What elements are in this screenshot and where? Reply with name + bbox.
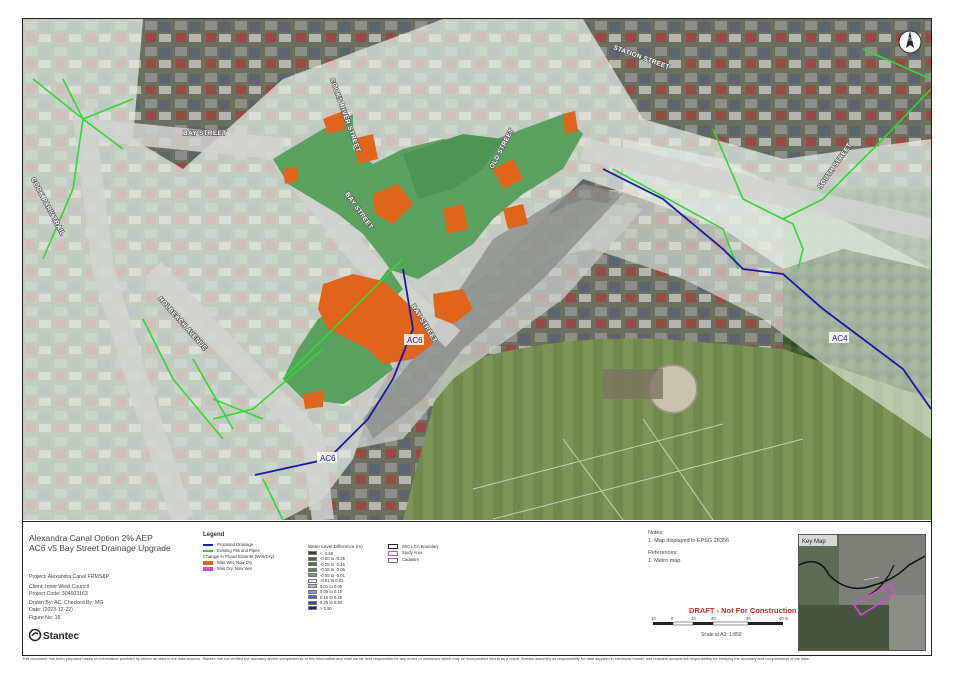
water-level-label: -0.25 to -0.15 bbox=[320, 561, 345, 567]
study-area-swatch bbox=[388, 551, 398, 556]
water-level-label: 0.05 to 0.10 bbox=[320, 589, 343, 594]
water-level-swatch bbox=[308, 600, 317, 605]
water-level-legend: < -0.50 -0.50 to -0.25 -0.25 to -0.15 -0.15… bbox=[308, 551, 388, 621]
pipe-label-ac6: AC6 bbox=[320, 454, 336, 463]
scale-tick-label: 10 bbox=[691, 616, 696, 621]
north-letter: N bbox=[908, 37, 912, 43]
key-map-label: Key Map bbox=[802, 539, 826, 545]
water-level-label: > 0.50 bbox=[320, 605, 332, 611]
key-map: Key Map bbox=[798, 534, 926, 651]
title-block: Alexandra Canal Option 2% AEP AC6 v5 Bay… bbox=[23, 521, 931, 655]
stantec-logo: Stantec bbox=[28, 628, 89, 642]
water-level-label: -0.01 to 0.01 bbox=[320, 578, 344, 583]
drawing-date: Date: (2023-12-22) bbox=[29, 607, 73, 613]
scale-tick-label: 20 bbox=[711, 616, 716, 621]
pipe-label-ac6: AC6 bbox=[407, 336, 423, 345]
legend-cadastre: Cadastre bbox=[402, 557, 419, 562]
water-level-swatch bbox=[308, 589, 317, 594]
legend-existing: Existing Pits and Pipes bbox=[217, 548, 260, 553]
references-heading: References: bbox=[648, 550, 678, 556]
scale-tick-label: 10 bbox=[651, 616, 656, 621]
lga-swatch bbox=[388, 544, 398, 549]
legend-was-dry: Was Dry, Now Wet bbox=[217, 566, 252, 571]
proposed-swatch bbox=[203, 544, 213, 546]
scale-tick-label: 0 bbox=[671, 616, 674, 621]
legend-proposed: Proposed Drainage bbox=[217, 542, 254, 547]
water-level-label: -0.05 to -0.01 bbox=[320, 572, 345, 578]
project-name: Project: Alexandra Canal FRMS&P bbox=[29, 574, 110, 580]
water-level-label: < -0.50 bbox=[320, 550, 334, 556]
was-dry-swatch bbox=[203, 567, 213, 571]
map-view[interactable]: BAY STREET BAY STREET BAY STREET COOKS R… bbox=[23, 19, 931, 520]
drawn-checked: Drawn By: AC, Checked By: MG bbox=[29, 600, 104, 606]
existing-swatch bbox=[203, 550, 213, 552]
water-level-label: -0.50 to -0.25 bbox=[320, 556, 345, 561]
stantec-wordmark: Stantec bbox=[43, 631, 80, 642]
reference-1: 1. Metro map bbox=[648, 558, 681, 564]
legend-was-wet: Was Wet, Now Dry bbox=[217, 560, 253, 565]
was-wet-swatch bbox=[203, 561, 213, 565]
note-1: 1. Map displayed in EPSG:28356 bbox=[648, 538, 730, 544]
notes-heading: Notes: bbox=[648, 530, 664, 536]
water-level-swatch bbox=[308, 567, 317, 572]
water-level-swatch bbox=[308, 584, 317, 588]
water-level-label: -0.15 to -0.05 bbox=[320, 567, 345, 572]
pipe-label-ac4: AC4 bbox=[832, 334, 848, 343]
map-subtitle: AC6 v5 Bay Street Drainage Upgrade bbox=[29, 543, 171, 553]
street-label: BAY STREET bbox=[183, 130, 226, 137]
water-level-swatch bbox=[308, 606, 317, 610]
scale-tick-label: 30 bbox=[746, 616, 751, 621]
legend-wl-title: Water Level Difference (m) bbox=[308, 544, 363, 549]
legend-change-title: Change in Flood Extents (Wet/Dry) bbox=[203, 554, 275, 559]
figure-number: Figure No: 16 bbox=[29, 615, 61, 621]
legend-title: Legend bbox=[203, 532, 225, 538]
map-sheet: BAY STREET BAY STREET BAY STREET COOKS R… bbox=[0, 0, 954, 675]
cadastre-swatch bbox=[388, 558, 398, 563]
scale-text: Scale at A3: 1:850 bbox=[701, 632, 742, 638]
legend-lga: IWC LGA Boundary bbox=[402, 544, 439, 549]
water-level-swatch bbox=[308, 562, 317, 566]
draft-stamp: DRAFT - Not For Construction bbox=[689, 606, 797, 615]
map-title: Alexandra Canal Option 2% AEP bbox=[29, 533, 153, 543]
client-name: Client: Inner West Council bbox=[29, 584, 89, 590]
project-code: Project Code: 304603163 bbox=[29, 591, 88, 597]
water-level-swatch bbox=[308, 556, 317, 561]
water-level-swatch bbox=[308, 595, 317, 599]
scale-bar: 10 0 10 20 30 40 m Scale at A3: 1:850 bbox=[651, 616, 791, 638]
disclaimer: This document has been prepared based on… bbox=[22, 656, 810, 661]
water-level-label: 0.10 to 0.25 bbox=[320, 594, 343, 600]
notes: Notes: 1. Map displayed in EPSG:28356 Re… bbox=[648, 530, 729, 564]
water-level-swatch bbox=[308, 573, 317, 577]
water-level-swatch bbox=[308, 578, 317, 583]
scale-tick-label: 40 m bbox=[779, 616, 789, 621]
north-arrow: N bbox=[898, 28, 922, 56]
legend: Legend Proposed Drainage Existing Pits a… bbox=[203, 522, 463, 656]
legend-study: Study Area bbox=[402, 550, 423, 555]
water-level-label: 0.25 to 0.50 bbox=[320, 600, 343, 605]
map-canvas: BAY STREET BAY STREET BAY STREET COOKS R… bbox=[23, 19, 931, 520]
water-level-swatch bbox=[308, 551, 317, 555]
water-level-label: 0.01 to 0.05 bbox=[320, 583, 343, 589]
